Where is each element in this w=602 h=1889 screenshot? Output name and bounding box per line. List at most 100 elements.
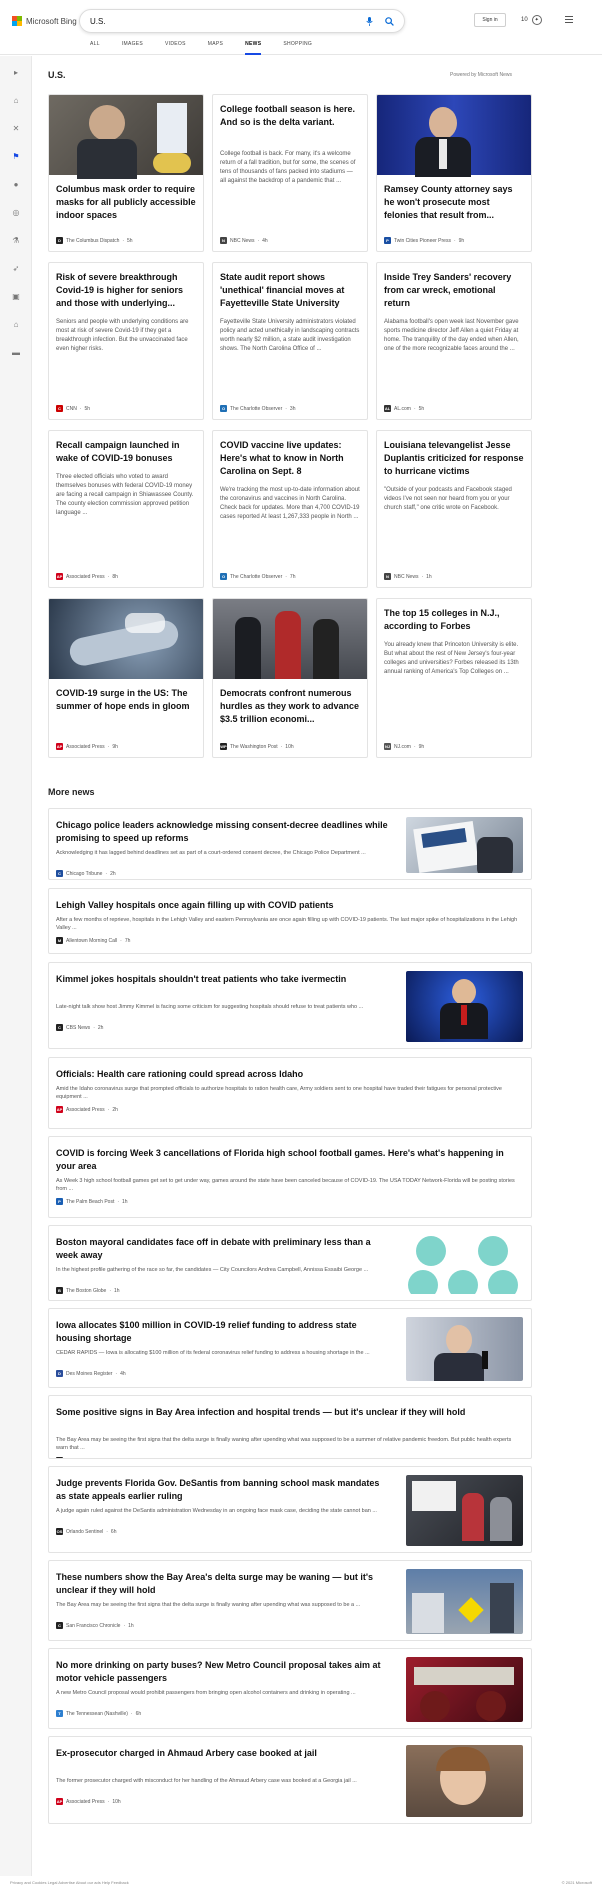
more-news-source[interactable]: D Des Moines Register · 4h bbox=[56, 1370, 126, 1377]
news-card-title[interactable]: Risk of severe breakthrough Covid-19 is … bbox=[56, 271, 196, 310]
rewards-button[interactable]: 10 ✦ bbox=[521, 15, 542, 25]
more-news-item[interactable]: Some positive signs in Bay Area infectio… bbox=[48, 1395, 532, 1459]
news-card[interactable]: Columbus mask order to require masks for… bbox=[48, 94, 204, 252]
news-card-source[interactable]: O The Charlotte Observer · 3h bbox=[220, 405, 295, 412]
more-news-item[interactable]: Kimmel jokes hospitals shouldn't treat p… bbox=[48, 962, 532, 1049]
news-card[interactable]: COVID-19 surge in the US: The summer of … bbox=[48, 598, 204, 758]
more-news-source[interactable]: C Chicago Tribune · 2h bbox=[56, 870, 116, 877]
more-news-thumbnail[interactable] bbox=[406, 1475, 523, 1546]
more-news-thumbnail[interactable] bbox=[406, 1234, 523, 1294]
more-news-thumbnail[interactable] bbox=[406, 1317, 523, 1381]
more-news-source[interactable]: T The Tennessean (Nashville) · 6h bbox=[56, 1710, 141, 1717]
more-news-title[interactable]: Ex-prosecutor charged in Ahmaud Arbery c… bbox=[56, 1747, 391, 1760]
more-news-title[interactable]: Some positive signs in Bay Area infectio… bbox=[56, 1406, 521, 1419]
microphone-icon[interactable] bbox=[362, 14, 376, 28]
science-icon[interactable]: ⚗ bbox=[10, 234, 22, 246]
more-news-thumbnail[interactable] bbox=[406, 1745, 523, 1817]
news-card[interactable]: COVID vaccine live updates: Here's what … bbox=[212, 430, 368, 588]
news-card-title[interactable]: COVID-19 surge in the US: The summer of … bbox=[56, 687, 196, 713]
footer-links[interactable]: Privacy and Cookies Legal Advertise Abou… bbox=[10, 1880, 129, 1885]
news-card-source[interactable]: AP Associated Press · 8h bbox=[56, 573, 118, 580]
sports-icon[interactable]: ✕ bbox=[10, 122, 22, 134]
news-card-title[interactable]: Recall campaign launched in wake of COVI… bbox=[56, 439, 196, 465]
news-card-title[interactable]: The top 15 colleges in N.J., according t… bbox=[384, 607, 524, 633]
news-card-title[interactable]: COVID vaccine live updates: Here's what … bbox=[220, 439, 360, 478]
more-news-title[interactable]: Officials: Health care rationing could s… bbox=[56, 1068, 521, 1081]
more-news-title[interactable]: Judge prevents Florida Gov. DeSantis fro… bbox=[56, 1477, 391, 1503]
news-card-source[interactable]: P Twin Cities Pioneer Press · 9h bbox=[384, 237, 464, 244]
flag-icon[interactable]: ⚑ bbox=[10, 150, 22, 162]
tab-news[interactable]: NEWS bbox=[245, 41, 262, 55]
more-news-item[interactable]: These numbers show the Bay Area's delta … bbox=[48, 1560, 532, 1641]
more-news-source[interactable]: AP Associated Press · 2h bbox=[56, 1106, 118, 1113]
search-box[interactable] bbox=[79, 9, 405, 33]
more-news-item[interactable]: Lehigh Valley hospitals once again filli… bbox=[48, 888, 532, 954]
more-news-title[interactable]: Boston mayoral candidates face off in de… bbox=[56, 1236, 391, 1262]
news-card[interactable]: Inside Trey Sanders' recovery from car w… bbox=[376, 262, 532, 420]
more-news-title[interactable]: These numbers show the Bay Area's delta … bbox=[56, 1571, 391, 1597]
tab-maps[interactable]: MAPS bbox=[208, 41, 223, 55]
bing-logo[interactable]: Microsoft Bing bbox=[12, 16, 77, 26]
news-card-image[interactable] bbox=[49, 599, 203, 679]
news-card-title[interactable]: Louisiana televangelist Jesse Duplantis … bbox=[384, 439, 524, 478]
more-news-source[interactable]: P The Palm Beach Post · 1h bbox=[56, 1198, 128, 1205]
more-news-title[interactable]: Chicago police leaders acknowledge missi… bbox=[56, 819, 391, 845]
news-card[interactable]: State audit report shows 'unethical' fin… bbox=[212, 262, 368, 420]
hamburger-menu-icon[interactable] bbox=[565, 16, 573, 23]
more-news-source[interactable]: CSan Francisco Chronicle·1h bbox=[56, 1622, 134, 1629]
politics-icon[interactable]: ⌂ bbox=[10, 318, 22, 330]
more-news-source[interactable]: C CBS News · 2h bbox=[56, 1024, 103, 1031]
location-icon[interactable]: ● bbox=[10, 178, 22, 190]
globe-icon[interactable]: ◎ bbox=[10, 206, 22, 218]
more-news-source[interactable]: OS Orlando Sentinel · 6h bbox=[56, 1528, 116, 1535]
more-news-title[interactable]: Lehigh Valley hospitals once again filli… bbox=[56, 899, 521, 912]
more-news-thumbnail[interactable] bbox=[406, 1657, 523, 1722]
tab-all[interactable]: ALL bbox=[90, 41, 100, 55]
entertainment-icon[interactable]: ▣ bbox=[10, 290, 22, 302]
news-card-title[interactable]: College football season is here. And so … bbox=[220, 103, 360, 129]
expand-icon[interactable]: ▸ bbox=[10, 66, 22, 78]
news-card[interactable]: Recall campaign launched in wake of COVI… bbox=[48, 430, 204, 588]
more-news-source[interactable]: CSan Francisco Chronicle·1h bbox=[56, 1457, 134, 1458]
more-news-item[interactable]: Judge prevents Florida Gov. DeSantis fro… bbox=[48, 1466, 532, 1553]
more-news-source[interactable]: AP Associated Press · 10h bbox=[56, 1798, 121, 1805]
news-card-title[interactable]: Inside Trey Sanders' recovery from car w… bbox=[384, 271, 524, 310]
news-card-source[interactable]: C CNN · 5h bbox=[56, 405, 90, 412]
more-news-title[interactable]: No more drinking on party buses? New Met… bbox=[56, 1659, 391, 1685]
more-news-item[interactable]: Ex-prosecutor charged in Ahmaud Arbery c… bbox=[48, 1736, 532, 1824]
news-card-title[interactable]: Ramsey County attorney says he won't pro… bbox=[384, 183, 524, 222]
news-card-source[interactable]: NJ NJ.com · 9h bbox=[384, 743, 424, 750]
search-input[interactable] bbox=[90, 16, 356, 26]
news-card[interactable]: Louisiana televangelist Jesse Duplantis … bbox=[376, 430, 532, 588]
tab-images[interactable]: IMAGES bbox=[122, 41, 143, 55]
tab-videos[interactable]: VIDEOS bbox=[165, 41, 186, 55]
news-card-title[interactable]: Columbus mask order to require masks for… bbox=[56, 183, 196, 222]
news-card-image[interactable] bbox=[49, 95, 203, 179]
news-card[interactable]: The top 15 colleges in N.J., according t… bbox=[376, 598, 532, 758]
more-news-thumbnail[interactable] bbox=[406, 1569, 523, 1634]
news-card[interactable]: Risk of severe breakthrough Covid-19 is … bbox=[48, 262, 204, 420]
more-news-item[interactable]: Iowa allocates $100 million in COVID-19 … bbox=[48, 1308, 532, 1388]
money-icon[interactable]: ▬ bbox=[10, 346, 22, 358]
more-news-title[interactable]: Iowa allocates $100 million in COVID-19 … bbox=[56, 1319, 391, 1345]
more-news-thumbnail[interactable] bbox=[406, 817, 523, 873]
rocket-icon[interactable]: ➶ bbox=[10, 262, 22, 274]
search-icon[interactable] bbox=[382, 14, 396, 28]
news-card-title[interactable]: State audit report shows 'unethical' fin… bbox=[220, 271, 360, 310]
news-card-source[interactable]: AL AL.com · 5h bbox=[384, 405, 424, 412]
news-card[interactable]: College football season is here. And so … bbox=[212, 94, 368, 252]
more-news-item[interactable]: Boston mayoral candidates face off in de… bbox=[48, 1225, 532, 1301]
sign-in-button[interactable]: Sign in bbox=[474, 13, 506, 27]
more-news-source[interactable]: M Allentown Morning Call · 7h bbox=[56, 937, 130, 944]
more-news-source[interactable]: B The Boston Globe · 1h bbox=[56, 1287, 120, 1294]
news-card-source[interactable]: AP Associated Press · 9h bbox=[56, 743, 118, 750]
news-card[interactable]: Ramsey County attorney says he won't pro… bbox=[376, 94, 532, 252]
news-card-title[interactable]: Democrats confront numerous hurdles as t… bbox=[220, 687, 360, 726]
news-card-image[interactable] bbox=[213, 599, 367, 679]
more-news-title[interactable]: COVID is forcing Week 3 cancellations of… bbox=[56, 1147, 521, 1173]
more-news-item[interactable]: COVID is forcing Week 3 cancellations of… bbox=[48, 1136, 532, 1218]
more-news-item[interactable]: Chicago police leaders acknowledge missi… bbox=[48, 808, 532, 880]
tab-shopping[interactable]: SHOPPING bbox=[283, 41, 312, 55]
news-card-source[interactable]: N NBC News · 1h bbox=[384, 573, 432, 580]
news-card-image[interactable] bbox=[377, 95, 531, 177]
